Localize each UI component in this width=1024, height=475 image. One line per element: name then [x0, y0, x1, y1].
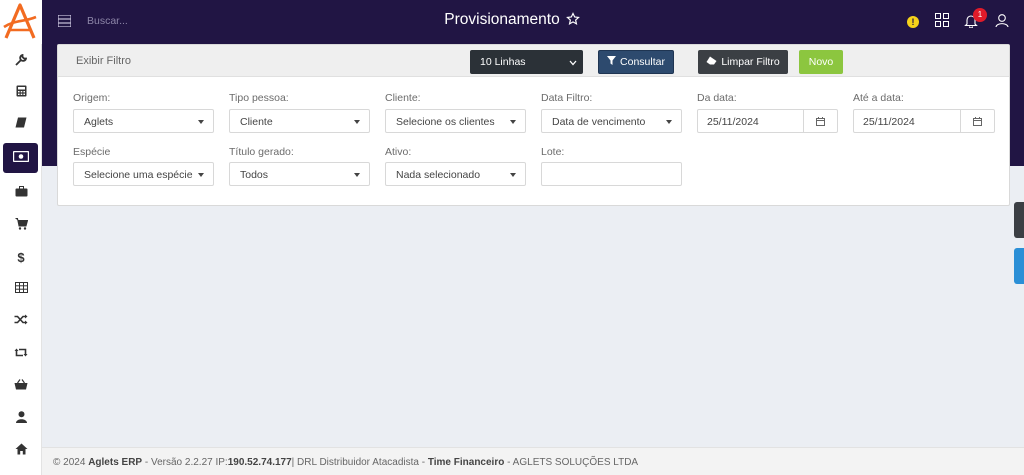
book-icon — [15, 117, 27, 131]
caret-down-icon — [510, 173, 516, 177]
calculator-icon — [16, 85, 27, 100]
origem-value: Aglets — [84, 116, 114, 128]
retweet-icon — [14, 347, 28, 361]
user-icon — [15, 410, 27, 426]
caret-down-icon — [354, 120, 360, 124]
money-icon — [12, 150, 29, 165]
sidebar-item-retweet[interactable] — [0, 340, 42, 368]
da-data-value: 25/11/2024 — [707, 116, 759, 128]
ativo-select[interactable]: Nada selecionado — [385, 162, 526, 186]
caret-down-icon — [354, 173, 360, 177]
especie-label: Espécie — [73, 146, 111, 158]
top-bar: Buscar... Provisionamento ! 1 — [0, 0, 1024, 44]
page-title: Provisionamento — [444, 11, 560, 28]
filter-panel: Exibir Filtro 10 Linhas Consultar Limpar… — [57, 44, 1010, 206]
home-icon — [15, 443, 28, 458]
sidebar-item-dollar[interactable]: $ — [0, 243, 42, 271]
titulo-gerado-value: Todos — [240, 169, 269, 181]
clear-filter-button[interactable]: Limpar Filtro — [698, 50, 788, 74]
data-filtro-select[interactable]: Data de vencimento — [541, 109, 682, 133]
lines-per-page-value: 10 Linhas — [480, 56, 526, 68]
basket-icon — [14, 379, 28, 393]
sidebar-item-basket[interactable] — [0, 372, 42, 400]
footer-version: - Versão 2.2.27 IP: — [144, 457, 228, 468]
caret-down-icon — [666, 120, 672, 124]
tipo-pessoa-value: Cliente — [240, 116, 273, 128]
titulo-gerado-label: Título gerado: — [229, 146, 294, 158]
shuffle-icon — [14, 314, 28, 328]
star-icon[interactable] — [565, 12, 580, 30]
sidebar-item-user[interactable] — [0, 404, 42, 432]
footer-team: Time Financeiro — [427, 457, 505, 468]
calendar-icon[interactable] — [803, 110, 837, 132]
titulo-gerado-select[interactable]: Todos — [229, 162, 370, 186]
caret-down-icon — [198, 173, 204, 177]
eraser-icon — [706, 56, 717, 68]
calendar-icon[interactable] — [960, 110, 994, 132]
toggle-filter-link[interactable]: Exibir Filtro — [76, 55, 131, 67]
page-title-wrap: Provisionamento — [0, 11, 1024, 31]
footer: © 2024 Aglets ERP - Versão 2.2.27 IP:190… — [42, 447, 1024, 475]
data-filtro-value: Data de vencimento — [552, 116, 646, 128]
apps-grid-icon[interactable] — [935, 13, 949, 30]
da-data-field[interactable]: 25/11/2024 — [697, 109, 838, 133]
ate-data-value: 25/11/2024 — [863, 116, 915, 128]
dollar-icon: $ — [17, 249, 25, 265]
da-data-label: Da data: — [697, 92, 737, 104]
tipo-pessoa-select[interactable]: Cliente — [229, 109, 370, 133]
sidebar-item-briefcase[interactable] — [0, 179, 42, 207]
lines-per-page-select[interactable]: 10 Linhas — [470, 50, 583, 74]
side-panel-tab[interactable] — [1014, 202, 1024, 238]
origem-label: Origem: — [73, 92, 111, 104]
data-filtro-label: Data Filtro: — [541, 92, 593, 104]
cliente-label: Cliente: — [385, 92, 421, 104]
sidebar: $ — [0, 44, 42, 475]
cart-icon — [15, 217, 28, 233]
caret-down-icon — [198, 120, 204, 124]
side-help-tab[interactable] — [1014, 248, 1024, 284]
ate-data-label: Até a data: — [853, 92, 904, 104]
consultar-label: Consultar — [620, 56, 665, 68]
caret-down-icon — [510, 120, 516, 124]
user-profile-icon[interactable] — [995, 13, 1009, 31]
filter-panel-header: Exibir Filtro 10 Linhas Consultar Limpar… — [58, 45, 1009, 77]
table-icon — [14, 282, 28, 296]
ativo-value: Nada selecionado — [396, 169, 481, 181]
sidebar-item-shuffle[interactable] — [0, 307, 42, 335]
new-button[interactable]: Novo — [799, 50, 843, 74]
briefcase-icon — [15, 186, 28, 200]
footer-product: Aglets ERP — [88, 457, 143, 468]
sidebar-item-book[interactable] — [0, 110, 42, 138]
sidebar-item-cart[interactable] — [0, 211, 42, 239]
especie-value: Selecione uma espécie — [84, 169, 193, 181]
wrench-icon — [15, 53, 28, 69]
notification-badge[interactable]: 1 — [973, 8, 987, 22]
footer-ip: 190.52.74.177 — [227, 457, 292, 468]
sidebar-item-money[interactable] — [3, 143, 38, 173]
tipo-pessoa-label: Tipo pessoa: — [229, 92, 289, 104]
sidebar-item-wrench[interactable] — [0, 47, 42, 75]
consultar-button[interactable]: Consultar — [598, 50, 674, 74]
sidebar-item-calculator[interactable] — [0, 78, 42, 106]
cliente-value: Selecione os clientes — [396, 116, 495, 128]
ate-data-field[interactable]: 25/11/2024 — [853, 109, 995, 133]
origem-select[interactable]: Aglets — [73, 109, 214, 133]
footer-company: | DRL Distribuidor Atacadista - — [291, 457, 426, 468]
sidebar-item-home[interactable] — [0, 436, 42, 464]
footer-vendor: - AGLETS SOLUÇÕES LTDA — [507, 457, 639, 468]
chevron-down-icon — [569, 57, 577, 69]
warning-icon[interactable]: ! — [907, 16, 919, 28]
clear-filter-label: Limpar Filtro — [721, 56, 780, 68]
cliente-select[interactable]: Selecione os clientes — [385, 109, 526, 133]
ativo-label: Ativo: — [385, 146, 412, 158]
filter-icon — [607, 56, 617, 68]
especie-select[interactable]: Selecione uma espécie — [73, 162, 214, 186]
footer-copyright: © 2024 — [53, 457, 86, 468]
lote-input[interactable] — [541, 162, 682, 186]
lote-label: Lote: — [541, 146, 565, 158]
sidebar-item-table[interactable] — [0, 275, 42, 303]
